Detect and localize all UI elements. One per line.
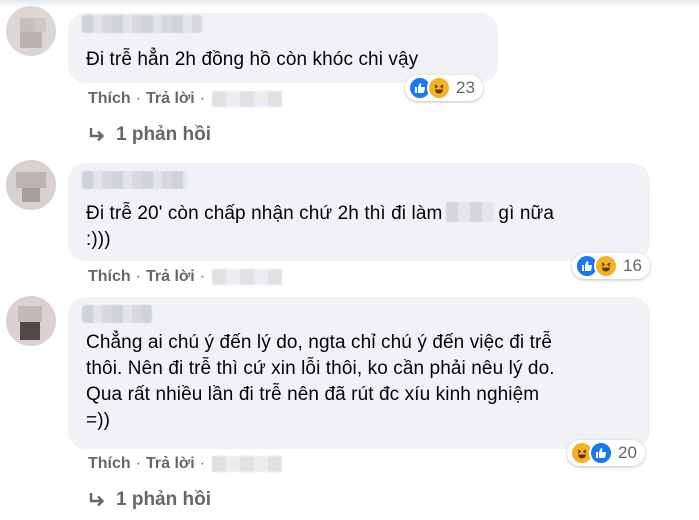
censored-word [446,202,495,222]
separator: · [199,268,206,285]
author-name[interactable] [82,305,152,323]
comment-actions: Thích · Trả lời · [88,90,283,108]
author-name[interactable] [82,15,202,33]
haha-icon [427,76,451,100]
separator: · [135,268,141,285]
reaction-count: 23 [456,78,475,97]
top-edge [0,0,699,8]
avatar[interactable] [6,296,56,346]
separator: · [135,455,141,472]
comment-actions: Thích · Trả lời · [88,268,283,286]
reactions-summary[interactable]: 23 [405,75,483,101]
avatar[interactable] [6,160,56,210]
separator: · [135,90,141,107]
reactions-summary[interactable]: 16 [572,253,650,279]
comment-text: Đi trễ 20' còn chấp nhận chứ 2h thì đi l… [86,202,554,250]
reaction-count: 16 [623,256,642,275]
timestamp[interactable] [212,456,283,472]
separator: · [199,90,206,107]
replies-count-label: 1 phản hồi [116,489,211,510]
like-link[interactable]: Thích [88,455,131,473]
view-replies-link[interactable]: 1 phản hồi [88,489,211,511]
reply-link[interactable]: Trả lời [146,455,195,473]
comment-text: Chẳng ai chú ý đến lý do, ngta chỉ chú ý… [86,332,555,431]
comment-bubble: Đi trễ 20' còn chấp nhận chứ 2h thì đi l… [68,163,650,261]
separator: · [199,455,206,472]
reaction-count: 20 [618,443,637,462]
avatar[interactable] [6,6,56,56]
comment-actions: Thích · Trả lời · [88,455,283,473]
comment-bubble: Đi trễ hẳn 2h đồng hồ còn khóc chi vậy [68,13,498,83]
reply-link[interactable]: Trả lời [146,90,195,108]
like-icon [589,441,613,465]
like-link[interactable]: Thích [88,268,131,286]
reply-arrow-icon [89,128,105,142]
haha-icon [594,254,618,278]
replies-count-label: 1 phản hồi [116,124,211,145]
reply-link[interactable]: Trả lời [146,268,195,286]
view-replies-link[interactable]: 1 phản hồi [88,124,211,146]
comment-bubble: Chẳng ai chú ý đến lý do, ngta chỉ chú ý… [68,297,650,449]
reply-arrow-icon [89,493,105,507]
timestamp[interactable] [212,269,283,285]
comment-text: Đi trễ hẳn 2h đồng hồ còn khóc chi vậy [86,49,419,70]
like-link[interactable]: Thích [88,90,131,108]
author-name[interactable] [82,171,187,189]
reactions-summary[interactable]: 20 [567,440,645,466]
timestamp[interactable] [212,91,283,107]
